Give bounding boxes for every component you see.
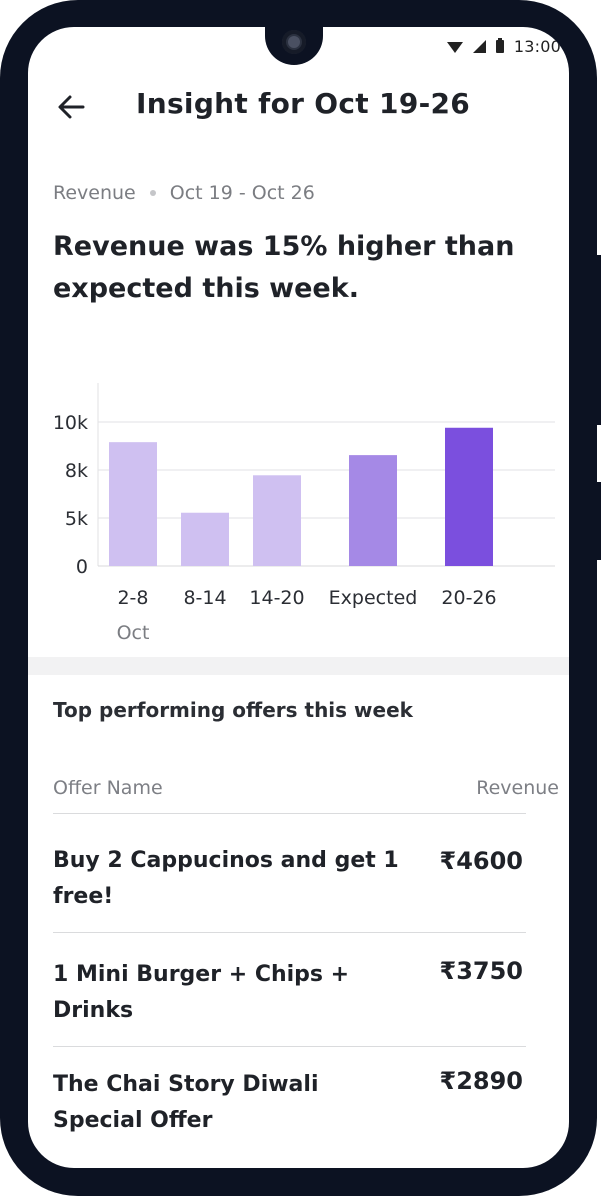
x-tick-label: 14-20 (249, 587, 304, 609)
screen: 13:00 Insight for Oct 19-26 Revenue Oct … (28, 27, 569, 1168)
offer-name[interactable]: Buy 2 Cappucinos and get 1 free! (53, 843, 413, 915)
insight-headline: Revenue was 15% higher than expected thi… (53, 231, 515, 304)
offer-name-line: free! (53, 884, 114, 909)
wifi-icon (446, 41, 463, 53)
camera-notch (265, 27, 323, 65)
y-tick-label: 8k (65, 460, 88, 482)
offer-name[interactable]: 1 Mini Burger + Chips + Drinks (53, 957, 413, 1029)
metric-label: Revenue (53, 182, 136, 204)
offers-section-title: Top performing offers this week (53, 698, 413, 722)
table-divider (53, 932, 526, 933)
status-time: 13:00 (513, 36, 561, 56)
offer-name-line: Special Offer (53, 1108, 213, 1133)
offer-revenue: ₹4600 (439, 847, 524, 875)
offer-name-line: Buy 2 Cappucinos and get 1 (53, 848, 399, 873)
page-title: Insight for Oct 19-26 (136, 87, 471, 120)
y-tick-label: 10k (53, 412, 88, 434)
bar (181, 512, 229, 566)
y-tick-label: 0 (76, 556, 88, 578)
offer-name-line: Drinks (53, 998, 134, 1023)
bar (253, 475, 301, 566)
separator-dot (149, 190, 156, 196)
offer-name-header: Offer Name (53, 777, 163, 799)
offer-name-line: 1 Mini Burger + Chips + (53, 962, 350, 987)
bar (349, 455, 397, 566)
offer-revenue: ₹3750 (439, 957, 524, 985)
date-range-label: Oct 19 - Oct 26 (169, 182, 315, 204)
breadcrumb: Revenue Oct 19 - Oct 26 (53, 182, 315, 204)
offer-revenue: ₹2890 (439, 1067, 524, 1095)
table-divider (53, 813, 526, 814)
revenue-header: Revenue (476, 777, 559, 799)
offer-name-line: The Chai Story Diwali (53, 1072, 319, 1097)
signal-icon (472, 39, 486, 53)
bar (445, 427, 493, 566)
camera-icon (282, 30, 306, 54)
table-divider (53, 1046, 526, 1047)
bar (109, 442, 157, 566)
back-button[interactable] (56, 93, 86, 121)
offer-name[interactable]: The Chai Story Diwali Special Offer (53, 1067, 413, 1139)
volume-button (596, 255, 601, 425)
status-bar: 13:00 (446, 35, 561, 57)
x-tick-label: 20-26 (441, 587, 496, 609)
battery-icon (495, 37, 504, 53)
revenue-chart: 0 5k 8k 10k 2-8 8-14 14-20 Expected 20-26 Oct (53, 383, 555, 644)
y-tick-label: 5k (65, 508, 88, 530)
x-tick-label: 8-14 (183, 587, 226, 609)
section-divider (28, 657, 569, 675)
power-button (596, 482, 601, 560)
arrow-left-icon (58, 95, 85, 119)
x-tick-label: Expected (329, 587, 418, 609)
x-sublabel: Oct (117, 622, 150, 644)
x-tick-label: 2-8 (117, 587, 148, 609)
